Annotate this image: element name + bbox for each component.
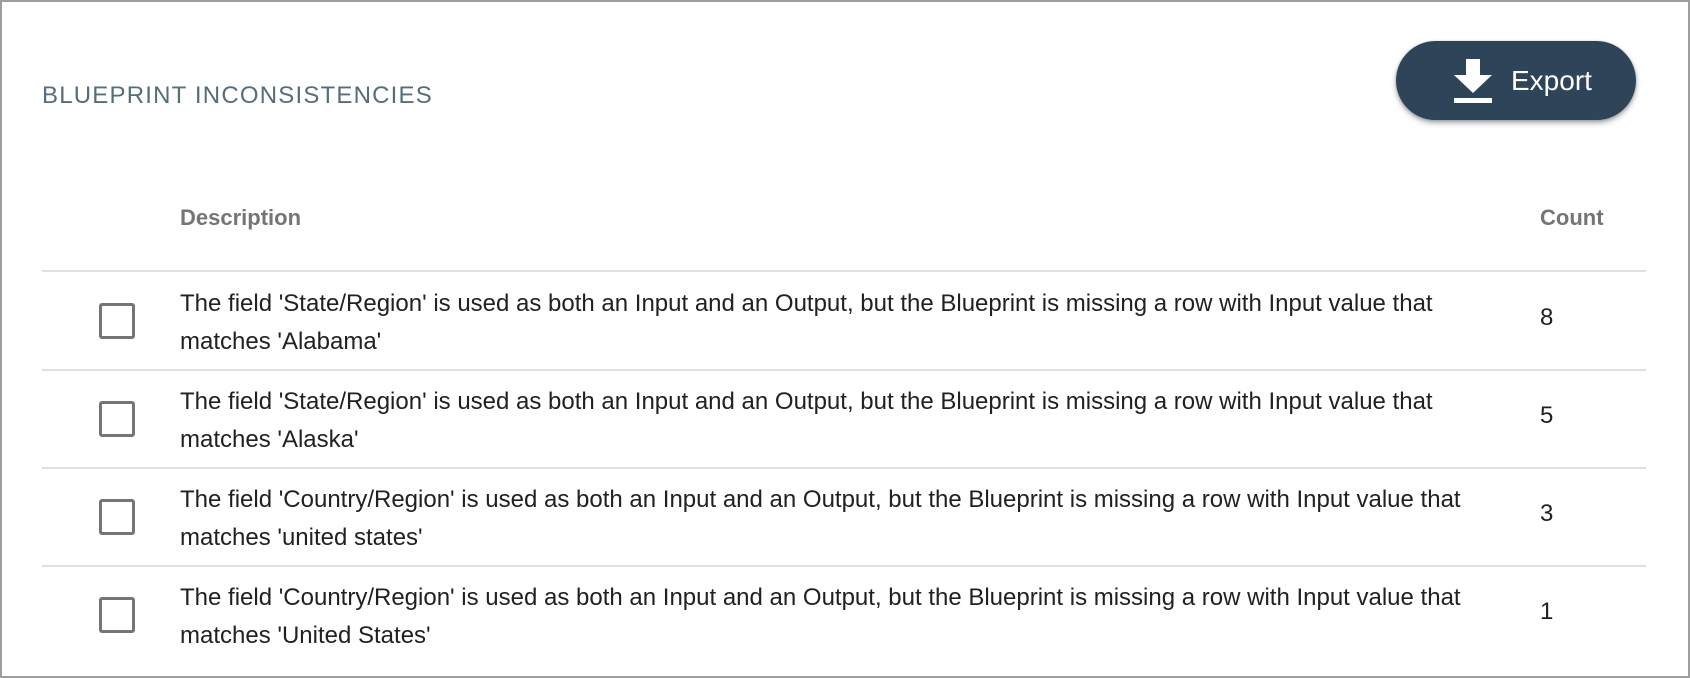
row-checkbox[interactable] (99, 597, 135, 633)
row-checkbox[interactable] (99, 499, 135, 535)
section-title: BLUEPRINT INCONSISTENCIES (42, 82, 433, 109)
header-divider (42, 270, 1646, 272)
table-row: The field 'Country/Region' is used as bo… (42, 469, 1646, 565)
inconsistencies-panel: BLUEPRINT INCONSISTENCIES Export Descrip… (0, 0, 1690, 678)
row-checkbox[interactable] (99, 303, 135, 339)
download-icon (1454, 59, 1492, 103)
row-count: 1 (1540, 598, 1554, 625)
table-row: The field 'State/Region' is used as both… (42, 371, 1646, 467)
row-count: 3 (1540, 500, 1554, 527)
row-description: The field 'Country/Region' is used as bo… (180, 486, 1461, 551)
row-description: The field 'State/Region' is used as both… (180, 290, 1433, 355)
column-header-description[interactable]: Description (180, 205, 301, 231)
export-button[interactable]: Export (1396, 41, 1636, 120)
row-checkbox[interactable] (99, 401, 135, 437)
row-count: 5 (1540, 402, 1554, 429)
export-button-label: Export (1511, 65, 1592, 96)
table-row: The field 'State/Region' is used as both… (42, 273, 1646, 369)
row-count: 8 (1540, 304, 1554, 331)
row-description: The field 'State/Region' is used as both… (180, 388, 1433, 453)
table-row: The field 'Country/Region' is used as bo… (42, 567, 1646, 663)
column-header-count[interactable]: Count (1540, 205, 1604, 231)
row-description: The field 'Country/Region' is used as bo… (180, 584, 1461, 649)
